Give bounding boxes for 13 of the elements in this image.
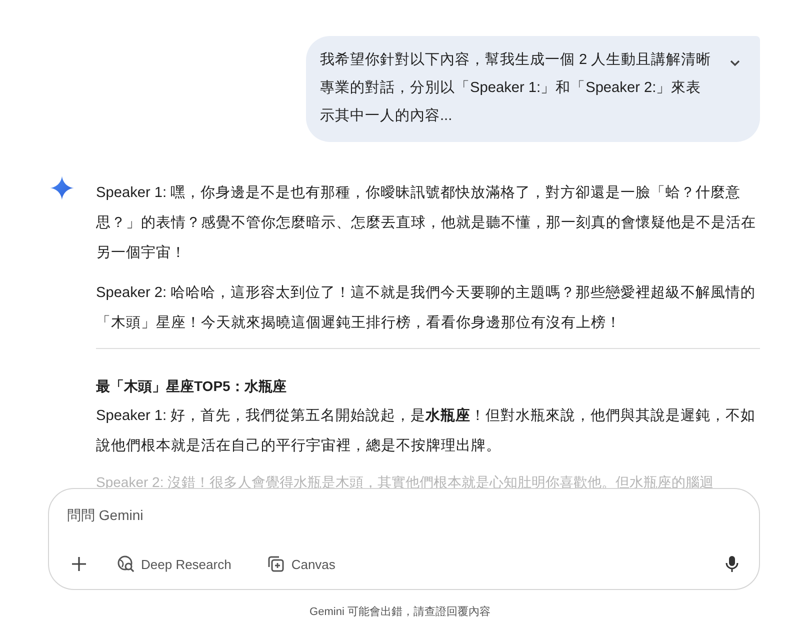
response-paragraph: Speaker 2: 哈哈哈，這形容太到位了！這不就是我們今天要聊的主題嗎？那些戀愛裡超級不解風情的「木頭」星座！今天就來揭曉這個遲鈍王排行榜，看看你身邊那位有沒有上榜！ [96,284,757,333]
response-paragraph: Speaker 1: 好，首先，我們從第五名開始說起，是水瓶座！但對水瓶來說，他們與其說是遲鈍，不如說他們根本就是活在自己的平行宇宙裡，總是不按牌理出牌。 [96,406,757,456]
sparkle-icon [50,176,74,200]
response-paragraph: Speaker 1: 嘿，你身邊是不是也有那種，你曖昧訊號都快放滿格了，對方卻還是一臉「蛤？什麼意思？」的表情？感覺不管你怎麼暗示、怎麼丟直球，他就是聽不懂，那一刻真的會懷疑他是不是活在另一個宇宙！ [96,184,757,263]
microphone-icon [725,555,739,573]
globe-search-icon [117,555,135,573]
tool-button[interactable]: Canvas [257,551,346,577]
canvas-icon [267,555,286,573]
user-message-text: 我希望你針對以下內容，幫我生成一個 2 人生動且講解清晰專業的對話，分別以「Speaker 1:」和「Speaker 2:」來表示其中一人的內容... [320,50,712,126]
plus-icon [71,556,87,572]
tool-button[interactable]: Deep Research [107,551,242,577]
section-heading: 最「木頭」星座TOP5：水瓶座 [96,377,288,396]
disclaimer-text: Gemini 可能會出錯，請查證回覆內容 [310,606,490,618]
